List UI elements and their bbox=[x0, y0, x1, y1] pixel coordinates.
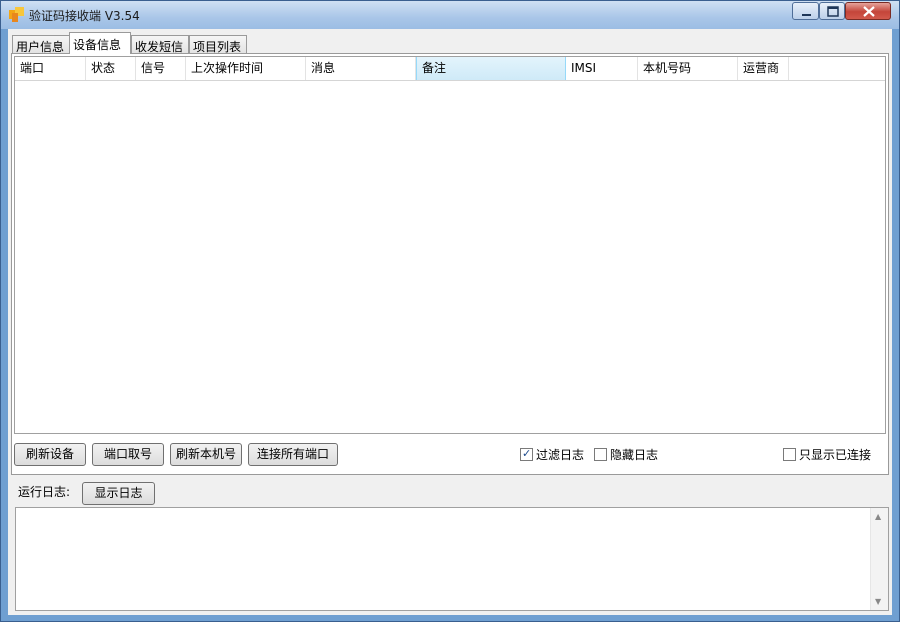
tab-label: 用户信息 bbox=[16, 40, 65, 54]
window-title: 验证码接收端 V3.54 bbox=[29, 9, 140, 23]
device-table[interactable]: 端口 状态 信号 上次操作时间 消息 备注 IMSI 本机号码 运营商 bbox=[14, 56, 886, 434]
tab-label: 设备信息 bbox=[73, 38, 122, 52]
tab-device-info[interactable]: 设备信息 bbox=[69, 32, 131, 54]
client-area: 用户信息 设备信息 收发短信 项目列表 端口 状态 信号 上次操作时间 消息 备… bbox=[8, 29, 892, 615]
filter-log-checkbox[interactable]: 过滤日志 bbox=[520, 446, 585, 463]
checkbox-checked-icon bbox=[520, 446, 533, 462]
checkbox-label: 隐藏日志 bbox=[610, 448, 659, 462]
device-panel: 端口 状态 信号 上次操作时间 消息 备注 IMSI 本机号码 运营商 刷新设备… bbox=[11, 53, 889, 475]
tab-user-info[interactable]: 用户信息 bbox=[12, 35, 70, 54]
column-header-status[interactable]: 状态 bbox=[86, 57, 136, 80]
log-textarea[interactable]: ▲ ▼ bbox=[15, 507, 889, 611]
close-button[interactable] bbox=[845, 2, 891, 20]
column-header-carrier[interactable]: 运营商 bbox=[738, 57, 789, 80]
port-get-number-button[interactable]: 端口取号 bbox=[92, 443, 164, 466]
scroll-down-icon[interactable]: ▼ bbox=[875, 597, 881, 606]
checkbox-label: 过滤日志 bbox=[536, 448, 585, 462]
app-icon bbox=[9, 7, 24, 22]
maximize-button[interactable] bbox=[819, 2, 845, 20]
refresh-local-number-button[interactable]: 刷新本机号 bbox=[170, 443, 242, 466]
tab-label: 项目列表 bbox=[193, 40, 242, 54]
column-header-last-op-time[interactable]: 上次操作时间 bbox=[186, 57, 306, 80]
tab-label: 收发短信 bbox=[135, 40, 184, 54]
tab-sms[interactable]: 收发短信 bbox=[131, 35, 189, 54]
column-header-message[interactable]: 消息 bbox=[306, 57, 416, 80]
only-connected-checkbox[interactable]: 只显示已连接 bbox=[783, 447, 871, 463]
column-header-imsi[interactable]: IMSI bbox=[566, 57, 638, 80]
checkbox-unchecked-icon bbox=[783, 448, 796, 461]
checkbox-unchecked-icon bbox=[594, 448, 607, 461]
table-header: 端口 状态 信号 上次操作时间 消息 备注 IMSI 本机号码 运营商 bbox=[15, 57, 885, 81]
column-header-remark[interactable]: 备注 bbox=[416, 57, 566, 80]
minimize-icon bbox=[802, 14, 811, 16]
scroll-up-icon[interactable]: ▲ bbox=[875, 512, 881, 521]
checkbox-label: 只显示已连接 bbox=[799, 448, 872, 462]
title-bar[interactable]: 验证码接收端 V3.54 bbox=[1, 1, 899, 29]
maximize-icon bbox=[827, 6, 839, 17]
close-icon bbox=[863, 6, 875, 17]
minimize-button[interactable] bbox=[792, 2, 819, 20]
column-header-port[interactable]: 端口 bbox=[15, 57, 86, 80]
tab-project-list[interactable]: 项目列表 bbox=[189, 35, 247, 54]
app-window: 验证码接收端 V3.54 用户信息 设备信息 收发短信 项目列表 端口 状态 信… bbox=[0, 0, 900, 622]
show-log-button[interactable]: 显示日志 bbox=[82, 482, 155, 505]
log-scrollbar[interactable]: ▲ ▼ bbox=[870, 508, 888, 610]
column-header-signal[interactable]: 信号 bbox=[136, 57, 186, 80]
column-header-local-number[interactable]: 本机号码 bbox=[638, 57, 738, 80]
connect-all-ports-button[interactable]: 连接所有端口 bbox=[248, 443, 338, 466]
refresh-devices-button[interactable]: 刷新设备 bbox=[14, 443, 86, 466]
run-log-label: 运行日志: bbox=[18, 485, 71, 499]
hide-log-checkbox[interactable]: 隐藏日志 bbox=[594, 447, 658, 463]
